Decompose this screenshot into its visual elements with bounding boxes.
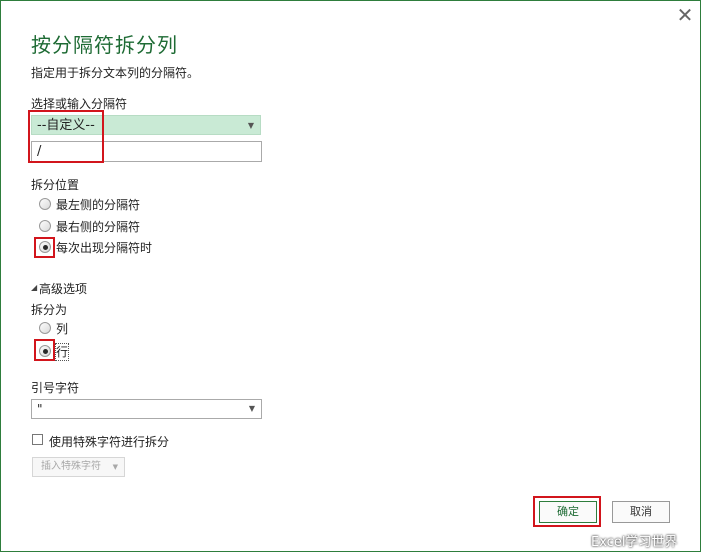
split-into-label: 拆分为 xyxy=(31,303,68,317)
special-chars-checkbox[interactable] xyxy=(32,434,43,445)
delimiter-select-value: --自定义-- xyxy=(37,118,95,133)
quote-char-select[interactable]: " ▼ xyxy=(31,399,262,419)
radio-icon xyxy=(39,220,51,232)
custom-delimiter-input[interactable]: / xyxy=(31,141,262,162)
chevron-down-icon: ▼ xyxy=(247,121,254,130)
split-at-label: 拆分位置 xyxy=(31,178,80,192)
triangle-down-icon[interactable]: ◢ xyxy=(31,283,37,292)
radio-leftmost-label: 最左侧的分隔符 xyxy=(56,198,141,212)
radio-icon xyxy=(39,322,51,334)
radio-checked-icon xyxy=(39,345,51,357)
special-chars-label: 使用特殊字符进行拆分 xyxy=(49,435,170,449)
watermark-text: Excel学习世界 xyxy=(591,535,678,550)
quote-char-value: " xyxy=(37,402,43,416)
dialog-title: 按分隔符拆分列 xyxy=(31,33,178,57)
delimiter-select[interactable]: --自定义-- ▼ xyxy=(31,115,261,135)
delimiter-label: 选择或输入分隔符 xyxy=(31,97,128,111)
radio-rightmost-label: 最右侧的分隔符 xyxy=(56,220,141,234)
chevron-down-icon: ▼ xyxy=(112,463,118,471)
advanced-options-toggle[interactable]: 高级选项 xyxy=(39,280,87,297)
radio-icon xyxy=(39,198,51,210)
split-column-dialog: ✕ 按分隔符拆分列 指定用于拆分文本列的分隔符。 选择或输入分隔符 --自定义-… xyxy=(0,0,701,552)
cancel-button[interactable]: 取消 xyxy=(612,501,670,523)
radio-checked-icon xyxy=(39,241,51,253)
close-icon[interactable]: ✕ xyxy=(675,5,695,25)
chevron-down-icon: ▼ xyxy=(248,404,255,413)
dialog-description: 指定用于拆分文本列的分隔符。 xyxy=(31,66,200,80)
radio-each-occurrence-label: 每次出现分隔符时 xyxy=(56,241,153,255)
insert-special-char-label: 插入特殊字符 xyxy=(41,461,101,472)
ok-button[interactable]: 确定 xyxy=(539,501,597,523)
radio-columns-label: 列 xyxy=(56,322,69,336)
insert-special-char-button[interactable]: 插入特殊字符 ▼ xyxy=(32,457,125,477)
radio-rows-label: 行 xyxy=(54,343,70,361)
quote-char-label: 引号字符 xyxy=(31,381,80,395)
